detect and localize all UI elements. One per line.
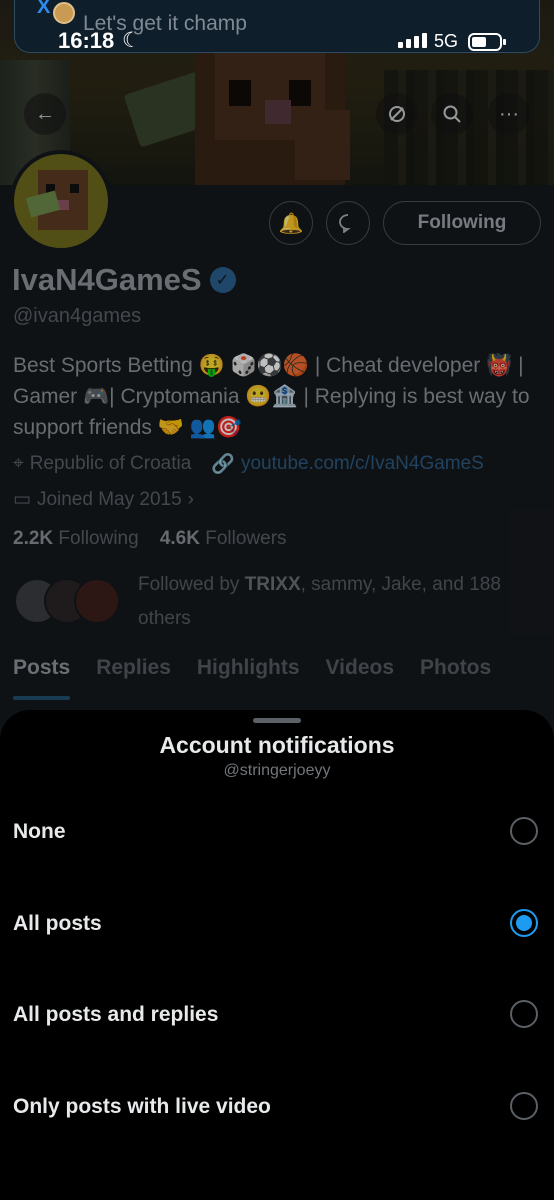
tab-highlights[interactable]: Highlights bbox=[184, 650, 313, 698]
radio-button[interactable] bbox=[510, 1000, 538, 1028]
followed-by-highlight: TRIXX bbox=[244, 574, 301, 595]
moon-icon: ☾ bbox=[122, 29, 141, 52]
followers-count-link[interactable]: 4.6K Followers bbox=[160, 528, 287, 549]
profile-meta-row: ⌖ Republic of Croatia 🔗 youtube.com/c/Iv… bbox=[13, 452, 484, 476]
location-pin-icon: ⌖ bbox=[13, 453, 24, 474]
search-icon bbox=[443, 105, 461, 123]
followers-count: 4.6K bbox=[159, 528, 200, 549]
mute-button[interactable] bbox=[376, 93, 418, 135]
avatar-bear-eye bbox=[70, 184, 79, 193]
verified-badge-icon: ✓ bbox=[209, 267, 236, 293]
tab-posts[interactable]: Posts bbox=[0, 650, 83, 700]
message-button[interactable] bbox=[326, 201, 370, 245]
option-live-video[interactable]: Only posts with live video bbox=[0, 1071, 554, 1143]
following-label: Following bbox=[58, 528, 139, 549]
option-label: None bbox=[13, 820, 66, 843]
profile-counts: 2.2K Following 4.6K Followers bbox=[13, 528, 287, 550]
radio-button[interactable] bbox=[510, 817, 538, 845]
profile-handle: @ivan4games bbox=[13, 305, 142, 327]
signal-icon bbox=[398, 33, 427, 48]
option-label: Only posts with live video bbox=[13, 1095, 271, 1118]
display-name: IvaN4GameS bbox=[12, 262, 202, 297]
more-button[interactable]: ··· bbox=[488, 93, 530, 135]
search-button[interactable] bbox=[431, 93, 473, 135]
profile-page: ← ··· 🔔 Following IvaN4GameS ✓ @ivan4gam… bbox=[0, 0, 554, 760]
status-time: 16:18 bbox=[58, 28, 115, 53]
tab-photos[interactable]: Photos bbox=[407, 650, 504, 698]
mute-icon bbox=[389, 106, 405, 122]
profile-tabs: Posts Replies Highlights Videos Photos bbox=[0, 650, 554, 702]
following-count: 2.2K bbox=[13, 528, 54, 549]
profile-joined: Joined May 2015 bbox=[36, 488, 182, 510]
avatar[interactable] bbox=[10, 150, 112, 252]
tab-replies[interactable]: Replies bbox=[83, 650, 184, 698]
followers-label: Followers bbox=[205, 528, 287, 549]
x-logo-icon: X bbox=[37, 0, 51, 18]
option-label: All posts and replies bbox=[13, 1003, 219, 1026]
tab-videos[interactable]: Videos bbox=[313, 650, 407, 698]
profile-website-link[interactable]: youtube.com/c/IvaN4GameS bbox=[241, 453, 484, 475]
radio-button[interactable] bbox=[510, 1092, 538, 1120]
option-all-posts[interactable]: All posts bbox=[0, 888, 554, 960]
option-label: All posts bbox=[13, 912, 102, 935]
back-button[interactable]: ← bbox=[24, 93, 66, 135]
arrow-left-icon: ← bbox=[35, 102, 55, 125]
followed-by-prefix: Followed by bbox=[138, 574, 245, 595]
bell-icon: 🔔 bbox=[278, 212, 304, 235]
profile-joined-row[interactable]: ▭ Joined May 2015 › bbox=[13, 488, 194, 511]
sheet-grabber-handle[interactable] bbox=[253, 718, 301, 723]
account-notifications-sheet: Account notifications @stringerjoeyy Non… bbox=[0, 710, 554, 1200]
followed-by-avatars[interactable] bbox=[14, 578, 124, 624]
option-none[interactable]: None bbox=[0, 796, 554, 868]
notifications-bell-button[interactable]: 🔔 bbox=[269, 201, 313, 245]
link-icon: 🔗 bbox=[211, 454, 235, 475]
radio-button-selected[interactable] bbox=[510, 909, 538, 937]
more-icon: ··· bbox=[499, 102, 519, 125]
status-bar: 16:18 ☾ 5G bbox=[0, 26, 554, 60]
sheet-subtitle: @stringerjoeyy bbox=[223, 762, 331, 779]
follower-avatar bbox=[74, 578, 120, 624]
profile-name: IvaN4GameS ✓ bbox=[12, 262, 236, 298]
calendar-icon: ▭ bbox=[13, 489, 31, 510]
sheet-title: Account notifications bbox=[159, 732, 395, 758]
following-count-link[interactable]: 2.2K Following bbox=[13, 528, 139, 549]
bear-emoji-icon bbox=[53, 2, 75, 24]
profile-location: Republic of Croatia bbox=[29, 453, 192, 474]
chevron-right-icon: › bbox=[187, 488, 194, 510]
followed-by-text[interactable]: Followed by TRIXX, sammy, Jake, and 188 … bbox=[138, 568, 538, 636]
following-button[interactable]: Following bbox=[383, 201, 541, 245]
option-all-posts-and-replies[interactable]: All posts and replies bbox=[0, 979, 554, 1051]
message-icon bbox=[339, 214, 351, 233]
battery-icon bbox=[468, 33, 506, 51]
network-type: 5G bbox=[434, 31, 459, 51]
profile-bio: Best Sports Betting 🤑 🎲⚽🏀 | Cheat develo… bbox=[13, 354, 530, 439]
